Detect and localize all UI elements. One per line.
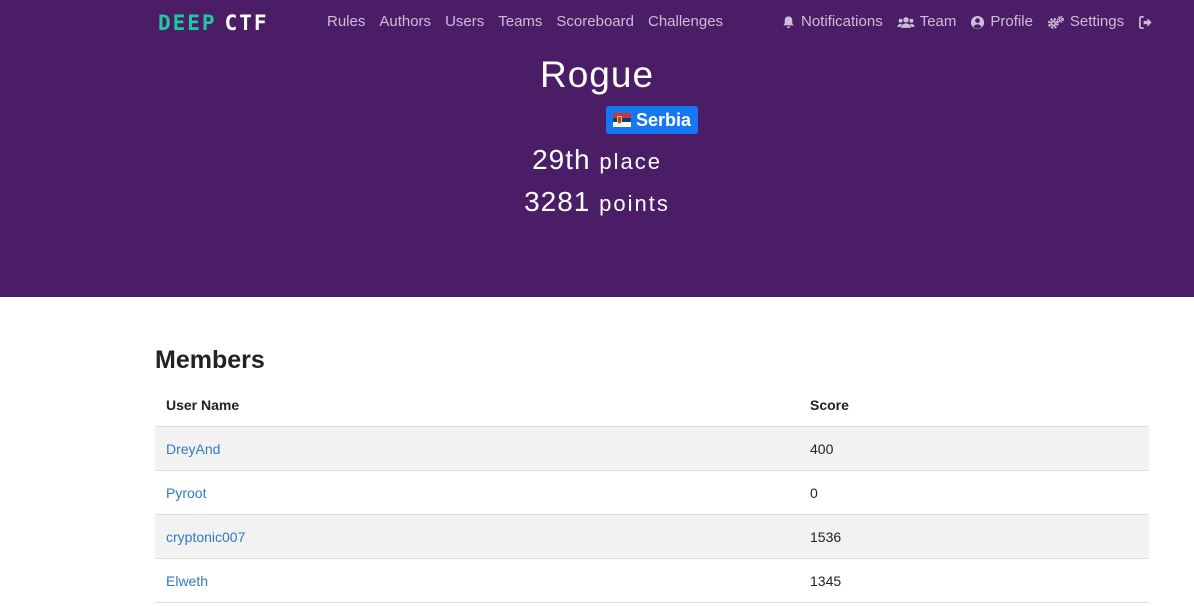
nav-challenges[interactable]: Challenges — [648, 13, 723, 31]
navbar: DEEP CTF Rules Authors Users Teams Scoreb… — [0, 0, 1194, 44]
team-header: DEEP CTF Rules Authors Users Teams Scoreb… — [0, 0, 1194, 297]
team-name: Rogue — [539, 54, 655, 95]
nav-notifications[interactable]: Notifications — [781, 13, 883, 31]
nav-logout[interactable] — [1138, 15, 1158, 30]
header-user-name: User Name — [166, 396, 240, 413]
member-name-link[interactable]: DreyAnd — [166, 441, 220, 457]
logo-ctf: CTF — [224, 11, 269, 35]
member-score: 1345 — [810, 572, 842, 589]
nav-left: Rules Authors Users Teams Scoreboard Cha… — [327, 13, 723, 31]
place-value: 29th — [532, 144, 591, 175]
nav-team[interactable]: Team — [897, 13, 957, 31]
country-name: Serbia — [635, 109, 692, 130]
header-score: Score — [810, 396, 849, 413]
points-label: points — [599, 191, 670, 216]
nav-rules[interactable]: Rules — [327, 13, 365, 31]
cogs-icon — [1047, 15, 1065, 30]
nav-scoreboard[interactable]: Scoreboard — [556, 13, 634, 31]
logo-deep: DEEP — [158, 11, 217, 35]
nav-right: Notifications Team Profile Settings — [781, 13, 1158, 31]
member-score: 0 — [810, 484, 818, 501]
bell-icon — [781, 15, 796, 30]
sign-out-icon — [1138, 15, 1153, 30]
nav-settings-label: Settings — [1069, 13, 1125, 30]
table-row: Elweth 1345 — [155, 559, 1149, 603]
members-table: User Name Score DreyAnd 400 Pyroot 0 cry… — [155, 383, 1149, 603]
team-place: 29th place — [0, 144, 1194, 178]
member-score: 1536 — [810, 528, 842, 545]
nav-notifications-label: Notifications — [801, 13, 883, 30]
nav-teams[interactable]: Teams — [498, 13, 542, 31]
member-name-link[interactable]: Pyroot — [166, 485, 206, 501]
member-name-link[interactable]: Elweth — [166, 573, 208, 589]
table-row: Pyroot 0 — [155, 471, 1149, 515]
country-badge[interactable]: Serbia — [606, 106, 698, 134]
serbia-flag-icon — [612, 113, 631, 127]
table-header: User Name Score — [155, 383, 1149, 427]
team-points: 3281 points — [0, 186, 1194, 220]
member-score: 400 — [810, 440, 834, 457]
table-row: DreyAnd 400 — [155, 427, 1149, 471]
deep-ctf-logo[interactable]: DEEP CTF — [158, 12, 269, 34]
points-value: 3281 — [524, 186, 591, 217]
nav-settings[interactable]: Settings — [1047, 13, 1124, 31]
nav-profile-label: Profile — [990, 13, 1033, 30]
members-title: Members — [155, 346, 265, 374]
nav-profile[interactable]: Profile — [970, 13, 1033, 31]
nav-authors[interactable]: Authors — [379, 13, 431, 31]
nav-users[interactable]: Users — [445, 13, 484, 31]
user-circle-icon — [970, 15, 985, 30]
users-icon — [897, 15, 915, 30]
nav-team-label: Team — [919, 13, 957, 30]
place-label: place — [599, 149, 662, 174]
member-name-link[interactable]: cryptonic007 — [166, 529, 245, 545]
table-row: cryptonic007 1536 — [155, 515, 1149, 559]
